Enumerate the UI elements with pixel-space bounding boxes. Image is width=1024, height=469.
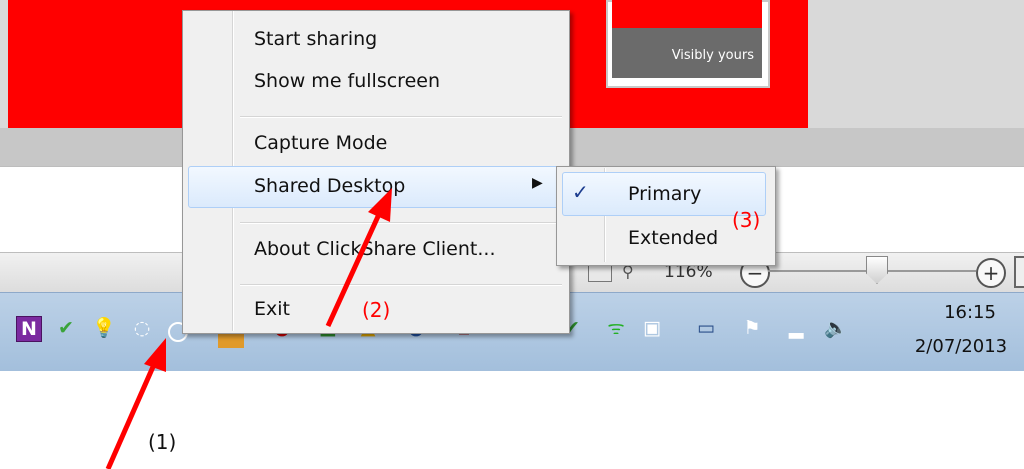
annotation-arrows xyxy=(105,188,392,469)
annotation-label-2: (2) xyxy=(362,298,391,322)
annotation-label-1: (1) xyxy=(148,430,177,454)
annotation-label-3: (3) xyxy=(732,208,761,232)
